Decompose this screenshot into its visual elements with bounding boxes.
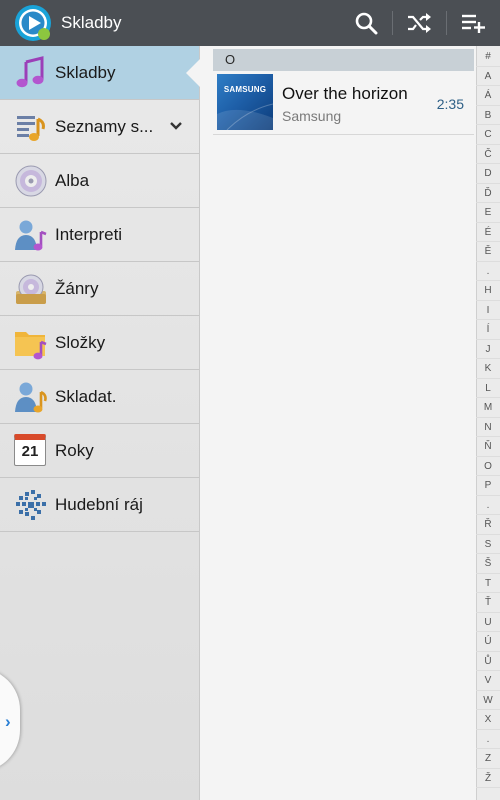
index-letter[interactable]: É [476,223,500,242]
shuffle-icon [408,13,431,33]
sidebar-item-label: Žánry [55,279,99,298]
index-letter[interactable]: Í [476,320,500,340]
chevron-down-icon[interactable] [169,119,183,133]
index-letter[interactable]: D [476,164,500,184]
composer-icon [15,382,47,413]
index-letter[interactable]: V [476,671,500,691]
song-artist: Samsung [282,108,342,124]
sidebar-item-years[interactable]: 21 Roky [0,424,199,478]
index-letter[interactable]: N [476,418,500,437]
sidebar-item-label: Interpreti [55,225,123,244]
sidebar-item-label: Alba [55,171,90,190]
index-letter[interactable]: Ň [476,437,500,457]
calendar-day: 21 [21,443,39,460]
calendar-icon: 21 [14,434,46,466]
sidebar-item-label: Složky [55,333,106,352]
sidebar-item-label: Skladby [55,63,116,82]
add-to-playlist-button[interactable] [447,0,499,46]
search-button[interactable] [340,0,392,46]
sidebar-item-composers[interactable]: Skladat. [0,370,199,424]
album-disc-icon [15,165,47,197]
index-letter[interactable]: Ď [476,184,500,203]
music-square-icon [16,490,46,520]
index-letter[interactable]: # [476,47,500,67]
index-letter[interactable]: Ú [476,632,500,652]
index-letter[interactable]: H [476,281,500,301]
song-list [200,46,474,800]
song-duration: 2:35 [436,96,464,112]
index-letter[interactable]: Á [476,86,500,106]
index-letter[interactable]: Ř [476,515,500,535]
index-letter[interactable]: M [476,398,500,418]
index-letter[interactable]: S [476,535,500,554]
index-letter[interactable]: Č [476,145,500,164]
sidebar-item-label: Hudební ráj [55,495,143,514]
music-note-icon [16,56,44,88]
sidebar-item-albums[interactable]: Alba [0,154,199,208]
sidebar-item-skladby[interactable]: Skladby [0,46,199,100]
artist-icon [15,220,47,251]
index-letter[interactable]: Š [476,554,500,574]
index-letter[interactable]: Z [476,749,500,769]
genre-icon [16,274,46,304]
page-title: Skladby [61,13,122,32]
song-title: Over the horizon [282,84,408,103]
action-bar: Skladby [0,0,500,46]
search-icon [355,12,378,35]
album-art: SAMSUNG [217,74,273,130]
index-letter[interactable]: P [476,476,500,496]
index-letter[interactable]: Ž [476,769,500,788]
sidebar-item-label: Skladat. [55,387,117,406]
index-letter[interactable]: K [476,359,500,379]
index-letter[interactable]: E [476,203,500,223]
folder-icon [15,332,47,360]
index-letter[interactable]: Ě [476,242,500,262]
index-letter[interactable]: B [476,106,500,125]
index-letter[interactable]: C [476,125,500,145]
selection-pointer [186,59,200,87]
sidebar-item-label: Roky [55,441,94,460]
index-letter[interactable]: Ů [476,652,500,671]
index-letter[interactable]: Ť [476,593,500,613]
sidebar-item-label: Seznamy s... [55,117,154,136]
shuffle-button[interactable] [393,0,445,46]
music-player-app-icon[interactable] [14,4,52,42]
add-to-playlist-icon [462,14,485,33]
index-letter[interactable]: W [476,691,500,710]
index-letter[interactable]: A [476,67,500,86]
index-letter[interactable]: . [476,730,500,749]
index-letter[interactable]: L [476,379,500,398]
sidebar-item-playlists[interactable]: Seznamy s... [0,100,199,154]
index-letter[interactable]: J [476,340,500,359]
index-letter[interactable]: O [476,457,500,476]
sidebar-item-artists[interactable]: Interpreti [0,208,199,262]
chevron-right-icon[interactable]: › [5,712,11,732]
section-header: O [213,49,474,71]
index-letter[interactable]: X [476,710,500,730]
index-letter[interactable]: T [476,574,500,593]
index-letter[interactable]: U [476,613,500,632]
sidebar-item-music-square[interactable]: Hudební ráj [0,478,199,532]
index-letter[interactable]: I [476,301,500,320]
index-letter[interactable]: . [476,496,500,515]
playlist-icon [17,116,45,141]
index-letter[interactable]: . [476,262,500,281]
sidebar-item-genres[interactable]: Žánry [0,262,199,316]
sidebar-item-folders[interactable]: Složky [0,316,199,370]
